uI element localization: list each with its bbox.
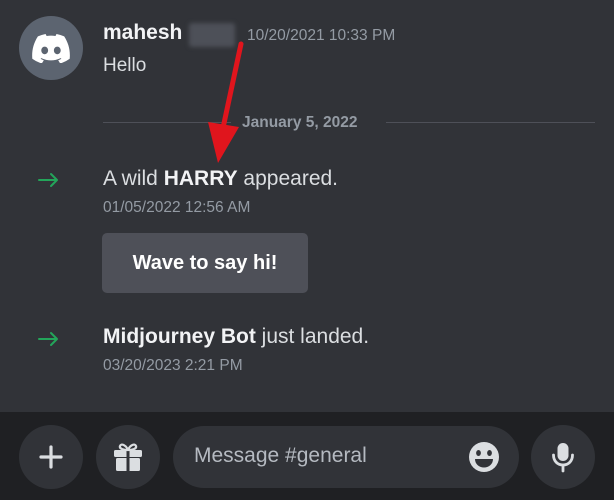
add-attachment-button[interactable] <box>19 425 83 489</box>
arrow-right-icon <box>38 332 58 346</box>
system-message-suffix: appeared. <box>237 167 339 190</box>
composer-bar: Message #general <box>0 412 614 500</box>
message-input-placeholder: Message #general <box>194 444 367 467</box>
system-message-bot-join: Midjourney Bot just landed. <box>103 325 369 349</box>
system-message-suffix: just landed. <box>255 325 370 348</box>
user-avatar[interactable] <box>19 16 83 80</box>
voice-message-button[interactable] <box>531 425 595 489</box>
microphone-icon <box>552 443 574 473</box>
joined-user-name[interactable]: HARRY <box>164 167 238 190</box>
system-message-timestamp: 03/20/2023 2:21 PM <box>103 357 243 374</box>
emoji-icon[interactable] <box>467 440 501 474</box>
message-input[interactable]: Message #general <box>173 426 519 488</box>
gift-button[interactable] <box>96 425 160 489</box>
joined-bot-name[interactable]: Midjourney Bot <box>103 325 256 348</box>
date-divider-line-right <box>386 122 595 123</box>
date-divider: January 5, 2022 <box>242 114 358 131</box>
plus-icon <box>39 445 63 469</box>
discord-logo-icon <box>32 33 70 63</box>
system-message-timestamp: 01/05/2022 12:56 AM <box>103 199 251 216</box>
message-author[interactable]: mahesh <box>103 21 182 45</box>
wave-to-say-hi-button[interactable]: Wave to say hi! <box>102 233 308 293</box>
message-text: Hello <box>103 55 147 76</box>
arrow-right-icon <box>38 173 58 187</box>
system-message-join: A wild HARRY appeared. <box>103 167 338 191</box>
message-timestamp: 10/20/2021 10:33 PM <box>247 27 396 44</box>
chat-area: mahesh 10/20/2021 10:33 PM Hello January… <box>0 0 614 412</box>
system-message-prefix: A wild <box>103 167 164 190</box>
gift-icon <box>114 443 142 471</box>
date-divider-line-left <box>103 122 231 123</box>
redacted-username-blur <box>189 23 235 47</box>
